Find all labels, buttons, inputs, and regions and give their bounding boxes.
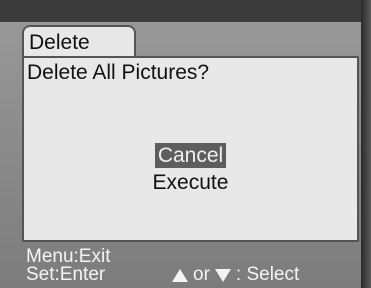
right-bezel bbox=[361, 0, 371, 288]
top-bezel bbox=[0, 0, 371, 22]
select-hint: or : Select bbox=[172, 264, 299, 286]
tab-delete: Delete bbox=[22, 25, 136, 58]
cancel-option[interactable]: Cancel bbox=[24, 143, 357, 168]
execute-option[interactable]: Execute bbox=[24, 171, 357, 195]
camera-screen: Delete Delete All Pictures? Cancel Execu… bbox=[0, 0, 371, 288]
tab-label: Delete bbox=[29, 31, 90, 54]
delete-dialog: Delete All Pictures? Cancel Execute bbox=[22, 56, 359, 242]
cancel-option-label: Cancel bbox=[154, 143, 227, 168]
select-text: : Select bbox=[235, 264, 300, 285]
set-enter-hint: Set:Enter bbox=[26, 264, 106, 285]
execute-option-label: Execute bbox=[152, 171, 229, 194]
triangle-down-icon bbox=[214, 268, 231, 282]
dialog-question: Delete All Pictures? bbox=[27, 61, 210, 84]
or-text: or bbox=[193, 264, 210, 285]
footer-hints: Menu:Exit Set:Enter or : Select bbox=[22, 244, 362, 288]
triangle-up-icon bbox=[172, 268, 188, 282]
